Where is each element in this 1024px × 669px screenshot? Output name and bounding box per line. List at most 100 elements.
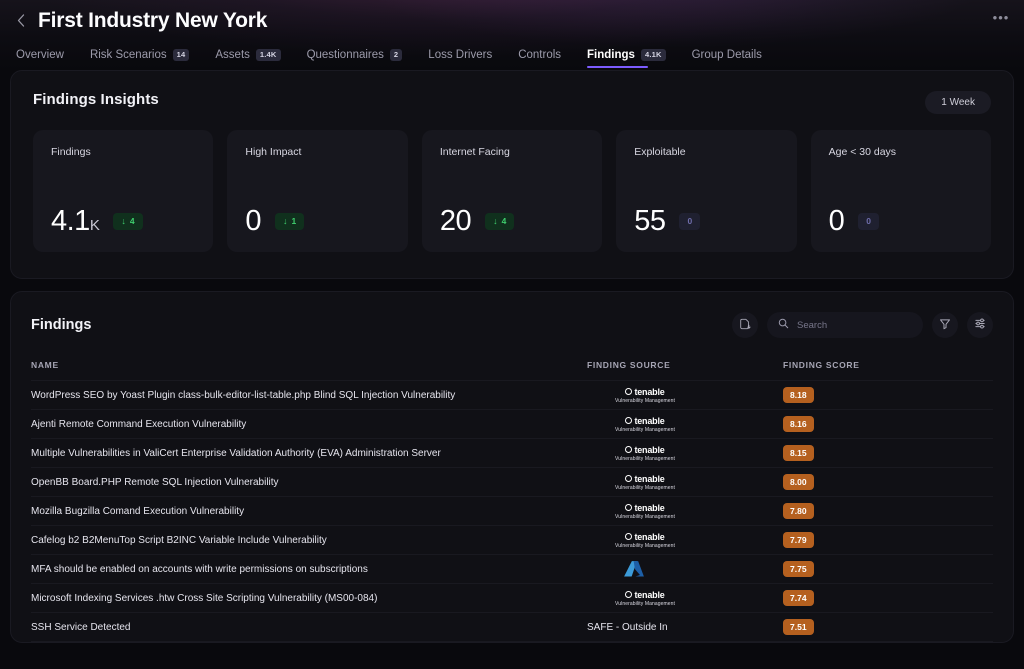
stat-card-label: Exploitable bbox=[634, 146, 778, 158]
stat-card[interactable]: Age < 30 days00 bbox=[811, 130, 991, 252]
tab-controls[interactable]: Controls bbox=[518, 49, 561, 68]
finding-source-cell: tenableVulnerability Management bbox=[587, 532, 783, 549]
finding-name-cell: WordPress SEO by Yoast Plugin class-bulk… bbox=[31, 390, 587, 401]
finding-score-badge: 7.51 bbox=[783, 619, 814, 636]
tab-group-details[interactable]: Group Details bbox=[692, 49, 762, 68]
sliders-settings-icon bbox=[974, 317, 987, 333]
tenable-name: tenable bbox=[634, 590, 664, 600]
stat-card-label: High Impact bbox=[245, 146, 389, 158]
search-input[interactable] bbox=[797, 320, 929, 331]
arrow-down-icon: ↓ bbox=[493, 217, 498, 226]
finding-source-cell: tenableVulnerability Management bbox=[587, 590, 783, 607]
finding-name-cell: Microsoft Indexing Services .htw Cross S… bbox=[31, 593, 587, 604]
tenable-logo-icon: tenableVulnerability Management bbox=[615, 532, 675, 549]
tenable-ring-icon bbox=[625, 417, 632, 424]
table-row[interactable]: RDP Service DetectedSAFE - Outside In7.5… bbox=[31, 641, 993, 643]
table-row[interactable]: Mozilla Bugzilla Comand Execution Vulner… bbox=[31, 496, 993, 525]
tenable-logo-icon: tenableVulnerability Management bbox=[615, 416, 675, 433]
tab-findings[interactable]: Findings4.1K bbox=[587, 49, 666, 68]
finding-source-cell: tenableVulnerability Management bbox=[587, 387, 783, 404]
tab-bar: Overview Risk Scenarios14 Assets1.4K Questi… bbox=[14, 40, 1010, 68]
finding-score-badge: 7.75 bbox=[783, 561, 814, 578]
stat-card-delta-badge: ↓4 bbox=[113, 213, 142, 230]
tenable-product-name: Vulnerability Management bbox=[615, 485, 675, 491]
table-row[interactable]: Microsoft Indexing Services .htw Cross S… bbox=[31, 583, 993, 612]
finding-score-cell: 7.80 bbox=[783, 503, 993, 520]
stat-card[interactable]: Exploitable 55 0 bbox=[616, 130, 796, 252]
source-name-text: SAFE - Outside In bbox=[587, 622, 668, 633]
tenable-ring-icon bbox=[625, 388, 632, 395]
column-header-finding-source[interactable]: FINDING SOURCE bbox=[587, 360, 783, 370]
export-button[interactable] bbox=[732, 312, 758, 338]
tenable-name: tenable bbox=[634, 503, 664, 513]
stat-card-number: 55 bbox=[634, 205, 665, 237]
column-header-name[interactable]: NAME bbox=[31, 360, 587, 370]
tab-questionnaires[interactable]: Questionnaires 2 bbox=[307, 49, 403, 68]
tenable-product-name: Vulnerability Management bbox=[615, 601, 675, 607]
finding-name-cell: OpenBB Board.PHP Remote SQL Injection Vu… bbox=[31, 477, 587, 488]
back-chevron-icon[interactable] bbox=[14, 9, 28, 33]
tab-label: Questionnaires bbox=[307, 49, 384, 61]
finding-name-cell: Ajenti Remote Command Execution Vulnerab… bbox=[31, 419, 587, 430]
stat-card-number: 4.1 bbox=[51, 205, 90, 237]
stat-card-value-row: 4.1K ↓4 bbox=[51, 207, 195, 236]
azure-logo-icon bbox=[623, 560, 645, 578]
tab-count-badge: 4.1K bbox=[641, 49, 666, 61]
tenable-product-name: Vulnerability Management bbox=[615, 514, 675, 520]
tenable-logo-icon: tenableVulnerability Management bbox=[615, 387, 675, 404]
finding-score-badge: 7.80 bbox=[783, 503, 814, 520]
stat-card-label: Age < 30 days bbox=[829, 146, 973, 158]
tenable-wordmark: tenable bbox=[625, 474, 664, 484]
table-row[interactable]: Cafelog b2 B2MenuTop Script B2INC Variab… bbox=[31, 525, 993, 554]
tab-assets[interactable]: Assets1.4K bbox=[215, 49, 280, 68]
tab-label: Risk Scenarios bbox=[90, 49, 167, 61]
stat-card[interactable]: Findings 4.1K ↓4 bbox=[33, 130, 213, 252]
finding-score-cell: 8.18 bbox=[783, 387, 993, 404]
table-row[interactable]: SSH Service DetectedSAFE - Outside In7.5… bbox=[31, 612, 993, 641]
finding-source-cell: tenableVulnerability Management bbox=[587, 416, 783, 433]
stat-card-label: Internet Facing bbox=[440, 146, 584, 158]
filter-button[interactable] bbox=[932, 312, 958, 338]
tenable-logo-icon: tenableVulnerability Management bbox=[615, 445, 675, 462]
column-header-finding-score[interactable]: FINDING SCORE bbox=[783, 360, 993, 370]
table-row[interactable]: WordPress SEO by Yoast Plugin class-bulk… bbox=[31, 380, 993, 409]
stat-card-label: Findings bbox=[51, 146, 195, 158]
table-row[interactable]: MFA should be enabled on accounts with w… bbox=[31, 554, 993, 583]
stat-card[interactable]: High Impact 0 ↓1 bbox=[227, 130, 407, 252]
stat-card-value: 4.1K bbox=[51, 207, 99, 236]
tab-label: Overview bbox=[16, 49, 64, 61]
header-more-menu-button[interactable]: ••• bbox=[988, 4, 1014, 30]
finding-score-badge: 8.16 bbox=[783, 416, 814, 433]
finding-score-badge: 7.79 bbox=[783, 532, 814, 549]
insights-title: Findings Insights bbox=[33, 91, 991, 108]
stat-card-list: Findings4.1K↓4High Impact0↓1Internet Fac… bbox=[33, 130, 991, 252]
search-box[interactable] bbox=[767, 312, 923, 338]
stat-card-delta-badge: ↓1 bbox=[275, 213, 304, 230]
stat-card[interactable]: Internet Facing 20 ↓ 4 bbox=[422, 130, 602, 252]
table-toolbar bbox=[732, 312, 993, 338]
table-row[interactable]: Multiple Vulnerabilities in ValiCert Ent… bbox=[31, 438, 993, 467]
tab-risk-scenarios[interactable]: Risk Scenarios14 bbox=[90, 49, 189, 68]
tenable-ring-icon bbox=[625, 591, 632, 598]
title-row: First Industry New York bbox=[14, 0, 1010, 40]
stat-card-value: 20 bbox=[440, 207, 471, 236]
table-row[interactable]: Ajenti Remote Command Execution Vulnerab… bbox=[31, 409, 993, 438]
tab-overview[interactable]: Overview bbox=[16, 49, 64, 68]
stat-card-delta-value: 1 bbox=[292, 217, 297, 226]
tab-count-badge: 2 bbox=[390, 49, 402, 61]
stat-card-unit: K bbox=[90, 217, 100, 234]
stat-card-delta-value: 4 bbox=[130, 217, 135, 226]
tab-loss-drivers[interactable]: Loss Drivers bbox=[428, 49, 492, 68]
table-header-row: Findings bbox=[31, 308, 993, 342]
time-range-selector[interactable]: 1 Week bbox=[925, 91, 991, 114]
stat-card-value-row: 0 ↓1 bbox=[245, 207, 389, 236]
tenable-product-name: Vulnerability Management bbox=[615, 427, 675, 433]
table-settings-button[interactable] bbox=[967, 312, 993, 338]
stat-card-delta-value: 4 bbox=[502, 217, 507, 226]
stat-card-delta-value: 0 bbox=[687, 217, 692, 226]
table-row[interactable]: OpenBB Board.PHP Remote SQL Injection Vu… bbox=[31, 467, 993, 496]
tab-label: Loss Drivers bbox=[428, 49, 492, 61]
stat-card-value: 55 bbox=[634, 207, 665, 236]
export-file-icon bbox=[739, 318, 751, 333]
stat-card-number: 0 bbox=[245, 205, 261, 237]
